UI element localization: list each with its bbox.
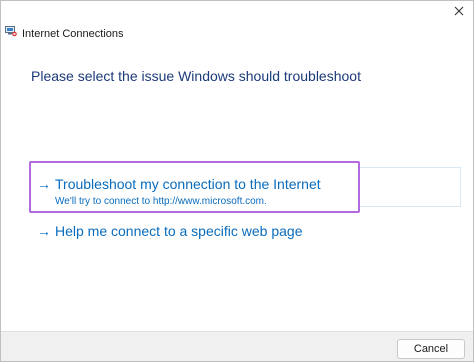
arrow-right-icon: → (37, 223, 51, 239)
option-hover-outline (360, 167, 461, 207)
option-troubleshoot-internet[interactable]: → Troubleshoot my connection to the Inte… (29, 161, 360, 213)
close-button[interactable] (451, 3, 467, 19)
option-title: Troubleshoot my connection to the Intern… (55, 176, 321, 192)
close-icon (454, 6, 464, 16)
title-bar (1, 1, 473, 31)
window-title: Internet Connections (22, 28, 124, 40)
cancel-button[interactable]: Cancel (397, 339, 465, 359)
network-connection-icon (5, 26, 17, 37)
arrow-right-icon: → (37, 176, 51, 192)
option-title: Help me connect to a specific web page (55, 223, 303, 239)
footer-bar: Cancel (1, 331, 473, 361)
page-heading: Please select the issue Windows should t… (31, 68, 361, 84)
option-connect-specific-page[interactable]: → Help me connect to a specific web page (29, 219, 329, 243)
internet-connections-window: Internet Connections Please select the i… (0, 0, 474, 362)
option-description: We'll try to connect to http://www.micro… (55, 196, 267, 207)
